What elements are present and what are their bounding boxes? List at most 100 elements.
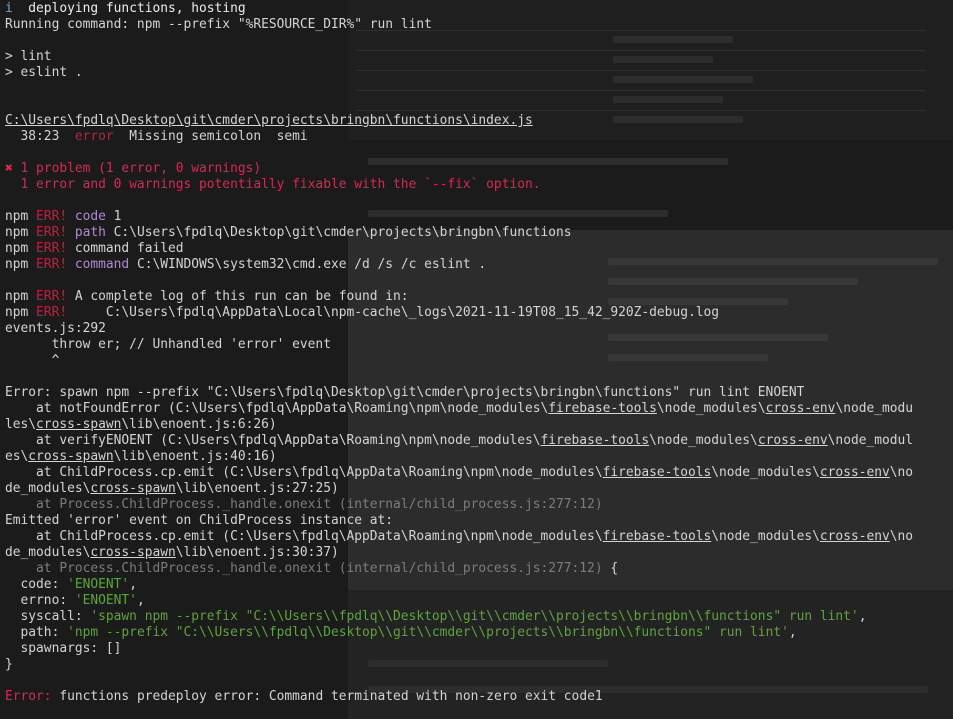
terminal-line: de_modules\cross-spawn\lib\enoent.js:30:… [5, 545, 913, 561]
terminal-text-segment: command failed [67, 241, 184, 256]
terminal-text-segment: 'npm --prefix "C:\\Users\\fpdlq\\Desktop… [67, 625, 789, 640]
terminal-text-segment: deploying [12, 1, 106, 16]
terminal-text-segment: at Process.ChildProcess._handle.onexit (… [5, 561, 603, 576]
terminal-line: at verifyENOENT (C:\Users\fpdlq\AppData\… [5, 433, 913, 449]
terminal-text-segment: 'spawn npm --prefix "C:\\Users\\fpdlq\\D… [90, 609, 859, 624]
terminal-text-segment: events.js:292 [5, 321, 106, 336]
terminal-text-segment: Error: [5, 689, 52, 704]
terminal-line: at notFoundError (C:\Users\fpdlq\AppData… [5, 401, 913, 417]
terminal-text-segment: , [129, 577, 137, 592]
terminal-text-segment: 1 [105, 209, 122, 224]
terminal-text-segment: functions predeploy error: Command termi… [51, 689, 603, 704]
terminal-text-segment: C:\Users\fpdlq\Desktop\git\cmder\project… [105, 225, 572, 240]
terminal-text-segment: i [5, 1, 13, 16]
terminal-line: npm ERR! C:\Users\fpdlq\AppData\Local\np… [5, 305, 913, 321]
terminal-text-segment: ERR! [36, 225, 68, 240]
terminal-text-segment: syscall: [5, 609, 91, 624]
terminal-text-segment: at ChildProcess.cp.emit (C:\Users\fpdlq\… [5, 465, 603, 480]
terminal-text-segment: \lib\enoent.js:40:16) [113, 449, 277, 464]
terminal-text-segment: > eslint . [5, 65, 83, 80]
terminal-text-segment: \node_modules\ [711, 529, 820, 544]
terminal-text-segment: , [858, 609, 867, 624]
terminal-text-segment: at notFoundError (C:\Users\fpdlq\AppData… [5, 401, 549, 416]
terminal-text-segment: \node_modules\ [649, 433, 758, 448]
terminal-line: } [5, 657, 913, 673]
terminal-text-segment: Error: spawn npm --prefix "C:\Users\fpdl… [5, 385, 805, 400]
terminal-text-segment: cross-env [819, 465, 890, 480]
terminal-line: es\cross-spawn\lib\enoent.js:40:16) [5, 449, 913, 465]
terminal-line: ✖ 1 problem (1 error, 0 warnings) [5, 161, 913, 177]
terminal-line: les\cross-spawn\lib\enoent.js:6:26) [5, 417, 913, 433]
terminal-text-segment: ERR! [36, 241, 68, 256]
terminal-text-segment: A complete log of this run can be found … [67, 289, 409, 304]
terminal-text-segment: cross-env [765, 401, 836, 416]
terminal-text-segment: at ChildProcess.cp.emit (C:\Users\fpdlq\… [5, 529, 603, 544]
terminal-text-segment: de_modules\ [5, 545, 91, 560]
terminal-line: > lint [5, 49, 913, 65]
terminal-text-segment: \node_modul [827, 433, 914, 448]
terminal-text-segment: errno: [5, 593, 75, 608]
terminal-text-segment: \lib\enoent.js:27:25) [175, 481, 339, 496]
terminal-text-segment: 38:23 [5, 129, 75, 144]
terminal-text-segment: } [5, 657, 13, 672]
terminal-line: de_modules\cross-spawn\lib\enoent.js:27:… [5, 481, 913, 497]
terminal-line: events.js:292 [5, 321, 913, 337]
terminal-text-segment: les\ [5, 417, 37, 432]
terminal-text-segment: es\ [5, 449, 29, 464]
terminal-text-segment: path [74, 225, 106, 240]
terminal-text-segment: npm [5, 209, 37, 224]
terminal-text-segment: \node_modules\ [656, 401, 766, 416]
terminal-line: errno: 'ENOENT', [5, 593, 913, 609]
terminal-text-segment: firebase-tools [602, 465, 712, 480]
terminal-text-segment: firebase-tools [602, 529, 712, 544]
terminal-text-segment: 'ENOENT' [74, 593, 137, 608]
terminal-text-segment: cross-spawn [90, 545, 176, 560]
terminal-text-segment: de_modules\ [5, 481, 91, 496]
terminal-text-segment: C:\Users\fpdlq\AppData\Local\npm-cache\_… [67, 305, 720, 320]
terminal-text-segment: at Process.ChildProcess._handle.onexit (… [5, 497, 603, 512]
terminal-text-segment: > lint [5, 49, 52, 64]
terminal-text-segment: npm [5, 289, 37, 304]
terminal-line: 1 error and 0 warnings potentially fixab… [5, 177, 913, 193]
terminal-text-segment: ERR! [36, 209, 68, 224]
terminal-text-segment: \node_modules\ [711, 465, 820, 480]
terminal-text-segment: , [788, 625, 797, 640]
terminal-text-segment: firebase-tools [540, 433, 650, 448]
terminal-line: 38:23 error Missing semicolon semi [5, 129, 913, 145]
terminal-text-segment: cross-spawn [28, 449, 114, 464]
terminal-text-segment: ERR! [36, 289, 68, 304]
terminal-text-segment: cross-env [757, 433, 828, 448]
terminal-text-segment: 'ENOENT' [67, 577, 130, 592]
terminal-line: at Process.ChildProcess._handle.onexit (… [5, 561, 913, 577]
terminal-text-segment: path: [5, 625, 68, 640]
terminal-text-segment: ERR! [36, 305, 68, 320]
terminal-text-segment: cross-spawn [36, 417, 122, 432]
terminal-window[interactable]: i deploying functions, hosting Running co… [0, 0, 953, 719]
terminal-line: syscall: 'spawn npm --prefix "C:\\Users\… [5, 609, 913, 625]
terminal-text-segment: command [74, 257, 130, 272]
terminal-text-segment: \no [889, 529, 914, 544]
terminal-text-segment: code [74, 209, 106, 224]
terminal-text-segment: ^ [5, 353, 60, 368]
terminal-text-segment: C:\Users\fpdlq\Desktop\git\cmder\project… [5, 113, 533, 128]
terminal-line: spawnargs: [] [5, 641, 913, 657]
terminal-line: at ChildProcess.cp.emit (C:\Users\fpdlq\… [5, 465, 913, 481]
terminal-text-segment: error [74, 129, 114, 144]
terminal-text-segment: npm [5, 241, 37, 256]
terminal-text-segment: , [136, 593, 145, 608]
terminal-line: npm ERR! A complete log of this run can … [5, 289, 913, 305]
terminal-line: throw er; // Unhandled 'error' event [5, 337, 913, 353]
terminal-line: npm ERR! code 1 [5, 209, 913, 225]
terminal-text-segment: npm [5, 305, 37, 320]
terminal-line: npm ERR! command C:\WINDOWS\system32\cmd… [5, 257, 913, 273]
terminal-line: ^ [5, 353, 913, 369]
terminal-line: > eslint . [5, 65, 913, 81]
terminal-line: Error: spawn npm --prefix "C:\Users\fpdl… [5, 385, 913, 401]
